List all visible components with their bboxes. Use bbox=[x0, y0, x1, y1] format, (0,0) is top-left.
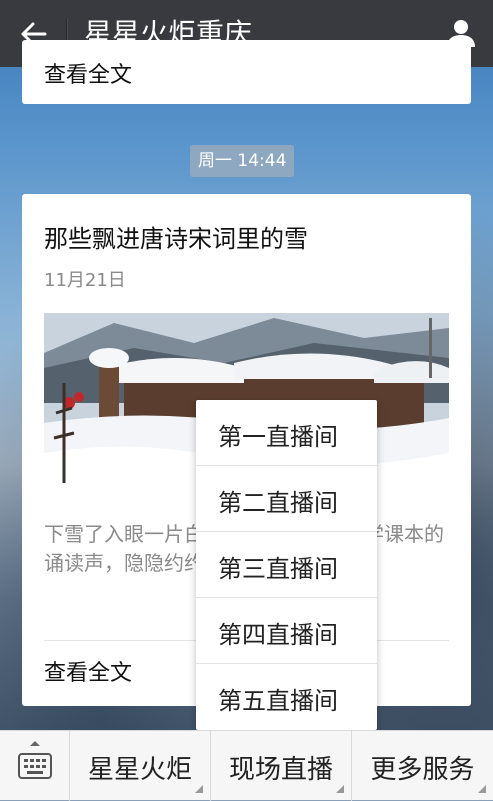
read-full-link[interactable]: 查看全文 bbox=[44, 655, 132, 687]
tab-live[interactable]: 现场直播 bbox=[211, 731, 352, 801]
tab-label: 星星火炬 bbox=[87, 755, 192, 785]
bottom-menu-bar: 星星火炬 现场直播 更多服务 bbox=[0, 730, 493, 801]
previous-article-card[interactable]: 查看全文 bbox=[22, 40, 471, 104]
article-title[interactable]: 那些飘进唐诗宋词里的雪 bbox=[44, 219, 308, 254]
menu-item-room-3[interactable]: 第三直播间 bbox=[196, 532, 377, 598]
menu-item-label: 第一直播间 bbox=[218, 423, 338, 451]
keyboard-toggle-button[interactable] bbox=[0, 731, 70, 801]
menu-item-room-2[interactable]: 第二直播间 bbox=[196, 466, 377, 532]
menu-item-label: 第三直播间 bbox=[218, 555, 338, 583]
expand-up-icon bbox=[30, 741, 40, 746]
menu-item-label: 第二直播间 bbox=[218, 489, 338, 517]
menu-item-label: 第四直播间 bbox=[218, 621, 338, 649]
timestamp-badge: 周一 14:44 bbox=[190, 145, 295, 177]
menu-item-room-5[interactable]: 第五直播间 bbox=[196, 664, 377, 730]
menu-item-label: 第五直播间 bbox=[218, 687, 338, 715]
keyboard-icon bbox=[18, 753, 52, 779]
menu-item-room-4[interactable]: 第四直播间 bbox=[196, 598, 377, 664]
article-date: 11月21日 bbox=[44, 270, 126, 291]
tab-label: 更多服务 bbox=[370, 755, 475, 785]
tab-xingxing-huoju[interactable]: 星星火炬 bbox=[70, 731, 211, 801]
live-room-popup-menu: 第一直播间 第二直播间 第三直播间 第四直播间 第五直播间 bbox=[196, 400, 377, 730]
read-full-link[interactable]: 查看全文 bbox=[44, 57, 132, 89]
submenu-indicator-icon bbox=[336, 785, 344, 793]
submenu-indicator-icon bbox=[195, 785, 203, 793]
submenu-indicator-icon bbox=[478, 785, 486, 793]
tab-label: 现场直播 bbox=[228, 755, 333, 785]
tab-more-services[interactable]: 更多服务 bbox=[352, 731, 493, 801]
menu-item-room-1[interactable]: 第一直播间 bbox=[196, 400, 377, 466]
